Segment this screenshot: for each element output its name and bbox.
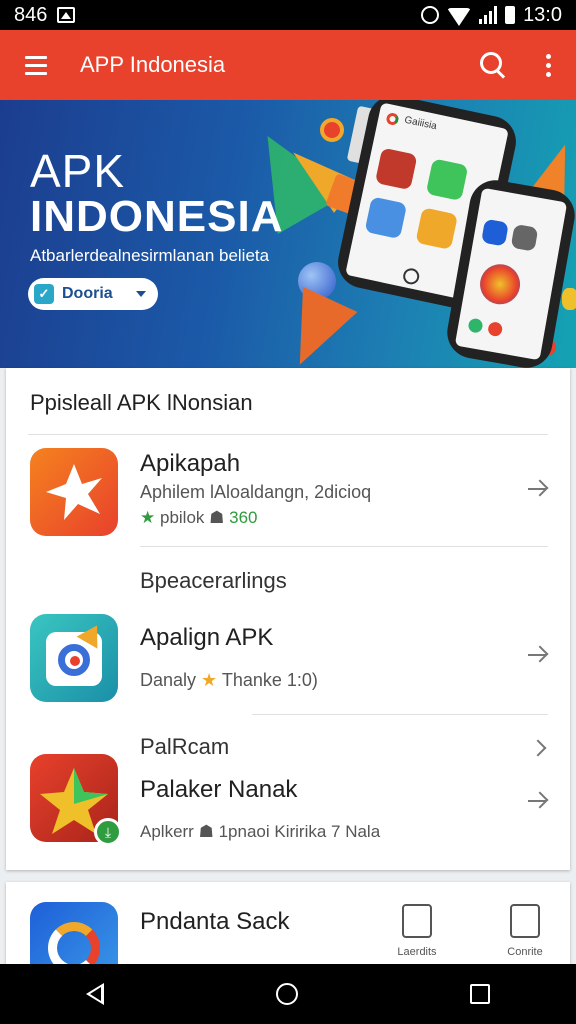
list-item-apalign[interactable]: Apalign APK Danaly ★ Thanke 1:0) [6,604,570,714]
users-icon: ☗ [198,822,214,841]
phone-header-text: Gaiiisia [403,114,438,133]
app-description: Aplkerr [140,822,194,841]
star-icon: ★ [140,508,156,527]
clipboard-icon [510,904,540,938]
home-icon[interactable] [276,983,298,1005]
app-tile-icon [425,158,469,202]
chevron-down-icon [136,291,146,297]
app-description: Danaly [140,670,197,690]
arrow-right-icon[interactable] [524,476,550,502]
app-meta: Aplkerr ☗ 1pnaoi Kiririka 7 Nala [140,822,380,842]
tool-laerdits[interactable]: Laerdits [372,904,462,958]
apk-list-card: Ppisleall APK lNonsian Apikapah Aphilem … [6,368,570,870]
arrow-right-icon[interactable] [524,642,550,668]
list-item-apikapah[interactable]: Apikapah Aphilem lAloaldangn, 2dicioq ★ … [6,434,570,546]
signal-icon [479,6,498,24]
app-meta: ★ pbilok ☗ 360 [140,508,258,528]
banner-subtitle: Atbarlerdealnesirmlanan belieta [30,246,270,265]
check-icon: ✓ [34,284,54,304]
banner-dropdown[interactable]: ✓ Dooria [28,278,158,310]
google-logo-icon [385,111,400,127]
tool-label: Conrite [507,946,543,958]
app-tile-icon [467,317,484,334]
divider [140,546,548,547]
section-title: Ppisleall APK lNonsian [30,390,253,415]
bottom-card: Pndanta Sack Laerdits Conrite [6,882,570,990]
star-icon: ★ [201,670,218,690]
navigation-bar [0,964,576,1024]
app-name: Palaker Nanak [140,776,298,803]
app-tile-icon [476,261,524,308]
app-tile-icon [487,320,504,338]
tool-conrite[interactable]: Conrite [480,904,570,958]
download-badge-icon: ⤓ [94,818,122,846]
status-time-right: 13:0 [523,3,562,26]
meta-value: 1pnaoi Kiririka 7 Nala [218,822,381,841]
recent-apps-icon[interactable] [470,984,490,1004]
status-time-left: 846 [14,3,48,26]
battery-icon [505,6,516,24]
app-name: Apikapah [140,450,241,477]
divider [252,714,548,715]
banner-title-line2: INDONESIA [30,192,284,241]
tool-label: Laerdits [397,946,437,958]
decorative-circle [320,118,344,142]
app-tile-icon [374,147,418,191]
back-icon[interactable] [86,983,104,1005]
users-icon: ☗ [209,508,225,527]
banner-title-line1: APK [30,145,126,197]
meta-value: Thanke 1:0) [221,670,318,690]
app-tile-icon [364,196,408,240]
document-icon [402,904,432,938]
wifi-icon [447,8,472,26]
app-name[interactable]: Pndanta Sack [140,908,289,936]
search-icon[interactable] [464,30,520,100]
meta-value: 360 [229,508,258,527]
app-description: Aphilem lAloaldangn, 2dicioq [140,482,372,502]
menu-icon[interactable] [0,30,72,100]
alarm-icon [421,6,440,24]
banner-dropdown-label: Dooria [62,285,113,302]
app-tile-icon [481,218,509,247]
more-options-icon[interactable] [520,30,576,100]
meta-label: pbilok [159,508,205,527]
decorative-dot [562,288,576,310]
list-item-palaker[interactable]: ⤓ Palaker Nanak Aplkerr ☗ 1pnaoi Kiririk… [6,752,570,864]
app-name: Apalign APK [140,624,274,651]
phone-home-button-icon [401,266,421,286]
app-bar: APP Indonesia [0,30,576,100]
decorative-triangle [272,286,358,368]
palaker-app-icon: ⤓ [30,754,122,846]
app-meta: Danaly ★ Thanke 1:0) [140,670,318,691]
image-notification-icon [57,7,76,23]
app-title: APP Indonesia [80,52,226,77]
app-tile-icon [510,223,539,252]
apalign-app-icon [30,614,118,702]
status-bar: 846 13:0 [0,0,576,30]
apikapah-app-icon [30,448,118,536]
app-tile-icon [415,207,459,250]
sub-heading: Bpeacerarlings [140,568,287,593]
promo-banner[interactable]: Gaiiisia APK INDONESIA Atbarlerdealnesir… [0,100,576,368]
arrow-right-icon[interactable] [524,788,550,814]
